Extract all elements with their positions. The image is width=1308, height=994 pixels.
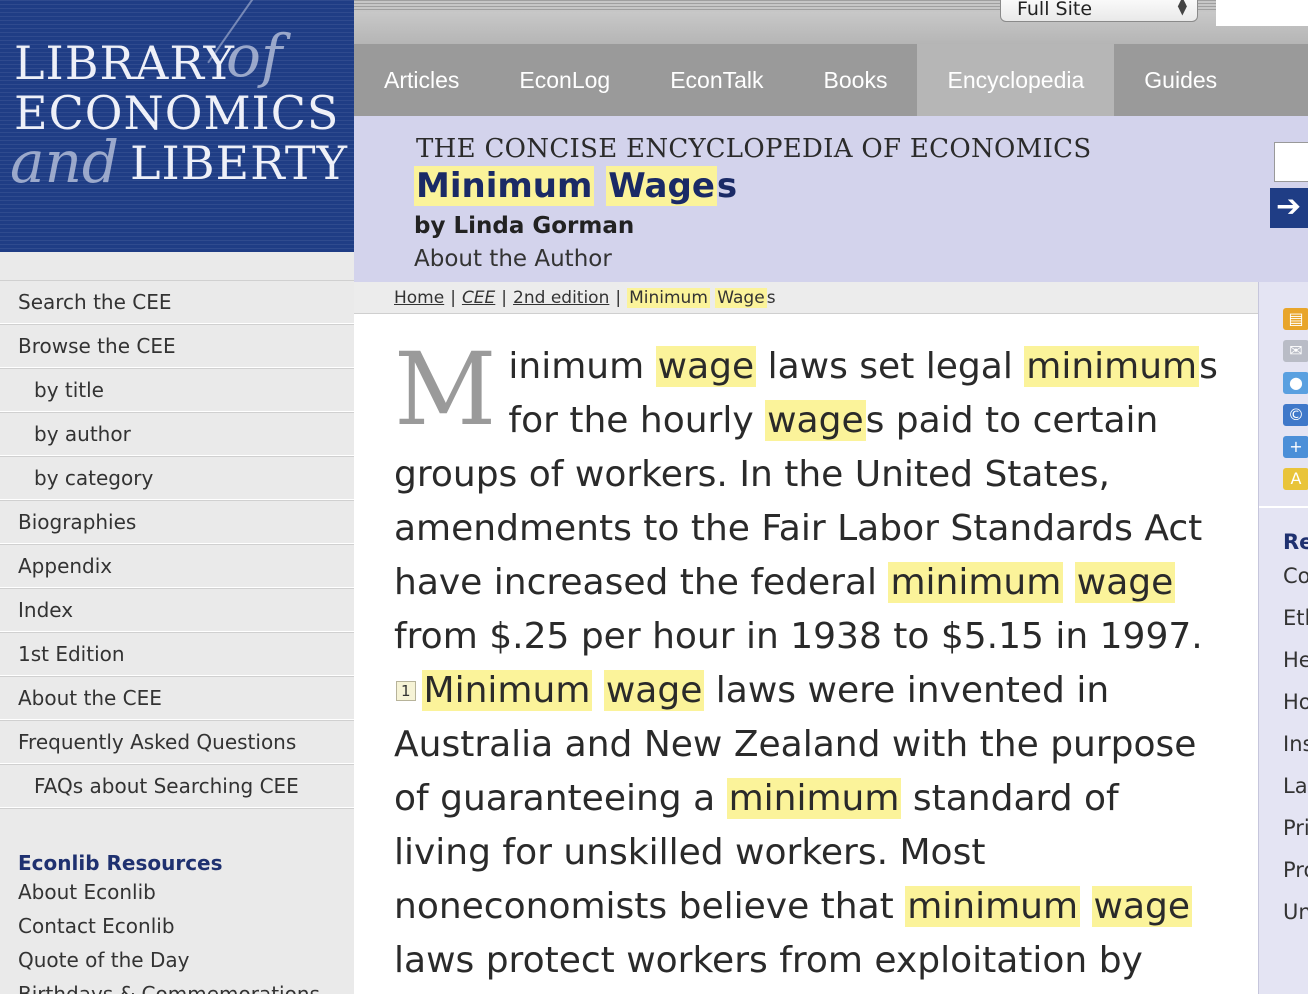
search-highlight: wage	[655, 346, 757, 387]
breadcrumb: Home | CEE | 2nd edition | Minimum Wage s	[354, 282, 1258, 314]
resource-link-birthdays-commemorations[interactable]: Birthdays & Commemorations	[0, 977, 354, 994]
related-link[interactable]: Co	[1283, 564, 1308, 588]
search-go-button[interactable]: ➔	[1270, 188, 1308, 228]
breadcrumb-highlight-wage: Wage	[715, 288, 767, 308]
comment-icon[interactable]: ●	[1283, 372, 1308, 394]
sidebar-menu-end	[0, 808, 354, 809]
breadcrumb-separator: |	[501, 288, 508, 308]
sidebar-item-by-author[interactable]: by author	[0, 412, 354, 456]
related-link[interactable]: Etl	[1283, 606, 1308, 630]
resource-link-about-econlib[interactable]: About Econlib	[0, 875, 354, 909]
search-input[interactable]	[1274, 142, 1308, 182]
title-highlight-wage: Wage	[606, 166, 717, 206]
article-text-run	[1063, 562, 1074, 603]
econlib-resources-heading: Econlib Resources	[18, 851, 223, 875]
econlib-resources-list: About Econlib Contact Econlib Quote of the…	[0, 875, 354, 994]
footnote-link[interactable]: 1	[396, 681, 416, 701]
sidebar-menu: Search the CEE Browse the CEE by title by a…	[0, 280, 354, 808]
related-link[interactable]: Pro	[1283, 858, 1308, 882]
encyclopedia-title: THE CONCISE ENCYCLOPEDIA OF ECONOMICS	[416, 134, 1092, 164]
sidebar: Search the CEE Browse the CEE by title by a…	[0, 252, 354, 994]
main-nav: Articles EconLog EconTalk Books Encyclopedia…	[354, 44, 1308, 116]
printer-icon[interactable]: ▤	[1283, 308, 1308, 330]
related-heading: Re	[1283, 530, 1308, 554]
nav-tab-encyclopedia[interactable]: Encyclopedia	[917, 44, 1115, 116]
breadcrumb-separator: |	[450, 288, 456, 308]
search-highlight: Minimum	[421, 670, 593, 711]
article-body: Minimum wage laws set legal minimums for…	[354, 314, 1258, 994]
logo-script-and: and	[10, 128, 120, 196]
select-arrows-icon: ▲ ▼	[1177, 0, 1187, 17]
email-icon[interactable]: ✉	[1283, 340, 1308, 362]
sidebar-item-by-category[interactable]: by category	[0, 456, 354, 500]
about-the-author-link[interactable]: About the Author	[414, 246, 612, 272]
title-highlight-minimum: Minimum	[414, 166, 595, 206]
search-highlight: minimum	[905, 886, 1081, 927]
resource-link-contact-econlib[interactable]: Contact Econlib	[0, 909, 354, 943]
sidebar-item-biographies[interactable]: Biographies	[0, 500, 354, 544]
copyright-icon[interactable]: ©	[1283, 404, 1308, 426]
breadcrumb-current-suffix: s	[766, 288, 776, 308]
sidebar-item-faqs-about-searching-cee[interactable]: FAQs about Searching CEE	[0, 764, 354, 808]
article-text-run: laws set legal	[756, 346, 1025, 387]
article-text-run: laws protect workers from exploitation b…	[394, 940, 1143, 981]
top-search-input[interactable]	[1216, 0, 1308, 26]
breadcrumb-edition[interactable]: 2nd edition	[513, 288, 609, 308]
breadcrumb-cee[interactable]: CEE	[462, 288, 495, 308]
resource-link-quote-of-the-day[interactable]: Quote of the Day	[0, 943, 354, 977]
sidebar-item-index[interactable]: Index	[0, 588, 354, 632]
nav-tab-guides[interactable]: Guides	[1114, 44, 1247, 116]
sidebar-item-about-the-cee[interactable]: About the CEE	[0, 676, 354, 720]
sidebar-item-frequently-asked-questions[interactable]: Frequently Asked Questions	[0, 720, 354, 764]
nav-tab-articles[interactable]: Articles	[354, 44, 489, 116]
sidebar-item-browse-the-cee[interactable]: Browse the CEE	[0, 324, 354, 368]
sidebar-item-appendix[interactable]: Appendix	[0, 544, 354, 588]
nav-tab-books[interactable]: Books	[794, 44, 918, 116]
search-highlight: minimum	[1024, 346, 1200, 387]
article-text-run	[592, 670, 603, 711]
search-highlight: minimum	[888, 562, 1064, 603]
title-suffix: s	[716, 166, 738, 206]
site-logo[interactable]: of LIBRARY ECONOMICS and LIBERTY	[0, 0, 354, 252]
breadcrumb-home[interactable]: Home	[394, 288, 444, 308]
article-title: Minimum Wages	[414, 166, 737, 206]
search-highlight: minimum	[726, 778, 902, 819]
font-size-icon[interactable]: A	[1283, 468, 1308, 490]
breadcrumb-highlight-minimum: Minimum	[627, 288, 710, 308]
article-paragraph: Minimum wage laws set legal minimums for…	[394, 340, 1224, 994]
drop-cap: M	[394, 331, 497, 448]
article-author: by Linda Gorman	[414, 213, 635, 239]
logo-line-library: LIBRARY	[14, 36, 235, 90]
related-link[interactable]: Pri	[1283, 816, 1308, 840]
site-scope-select[interactable]: Full Site ▲ ▼	[1000, 0, 1198, 22]
sidebar-item-1st-edition[interactable]: 1st Edition	[0, 632, 354, 676]
search-highlight: wage	[603, 670, 705, 711]
sidebar-top-band	[0, 252, 354, 280]
right-rail: ▤ ✉ ● © + A Re Co Etl He Ho Ins La Pri Pro Un	[1258, 282, 1308, 994]
site-scope-value: Full Site	[1017, 0, 1093, 20]
breadcrumb-separator: |	[615, 288, 622, 308]
related-link[interactable]: Un	[1283, 900, 1308, 924]
nav-tab-econlog[interactable]: EconLog	[489, 44, 640, 116]
article-text-run: from $.25 per hour in 1938 to $5.15 in 1…	[394, 616, 1203, 657]
related-link[interactable]: He	[1283, 648, 1308, 672]
add-icon[interactable]: +	[1283, 436, 1308, 458]
related-link[interactable]: La	[1283, 774, 1308, 798]
search-highlight: wage	[1074, 562, 1176, 603]
article-text-run: inimum	[508, 346, 656, 387]
article-header: THE CONCISE ENCYCLOPEDIA OF ECONOMICS Mi…	[354, 116, 1308, 282]
search-highlight: wage	[765, 400, 866, 441]
sidebar-item-by-title[interactable]: by title	[0, 368, 354, 412]
related-link[interactable]: Ho	[1283, 690, 1308, 714]
rail-divider	[1259, 506, 1308, 508]
related-link[interactable]: Ins	[1283, 732, 1308, 756]
nav-tab-econtalk[interactable]: EconTalk	[640, 44, 793, 116]
sidebar-item-search-the-cee[interactable]: Search the CEE	[0, 280, 354, 324]
article-text-run	[1080, 886, 1091, 927]
search-highlight: wage	[1091, 886, 1193, 927]
logo-line-liberty: LIBERTY	[130, 136, 348, 190]
